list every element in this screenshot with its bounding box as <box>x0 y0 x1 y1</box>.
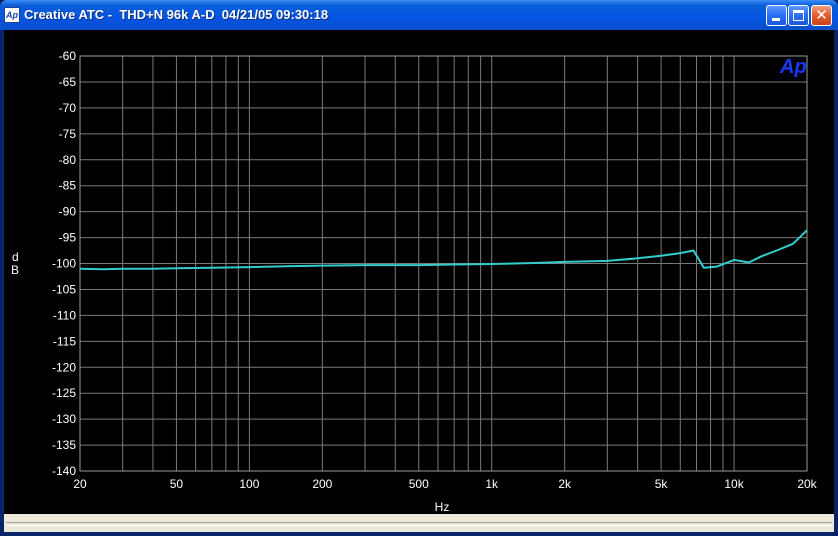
title-bar[interactable]: Ap Creative ATC - THD+N 96k A-D 04/21/05… <box>0 0 838 30</box>
minimize-icon <box>772 18 780 21</box>
x-tick-label: 200 <box>312 477 332 491</box>
ap-logo: Ap <box>779 56 807 78</box>
x-tick-label: 20 <box>73 477 87 491</box>
y-tick-label: -120 <box>52 360 76 374</box>
minimize-button[interactable] <box>766 5 787 26</box>
window-title: Creative ATC - THD+N 96k A-D 04/21/05 09… <box>24 7 329 22</box>
y-tick-label: -70 <box>59 101 77 115</box>
x-tick-label: 10k <box>724 477 744 491</box>
graph-area: -60 -65 -70 -75 -80 -85 -90 -95 -100 -105 -110 -115… <box>4 30 834 514</box>
maximize-button[interactable] <box>788 5 809 26</box>
thdn-chart: -60 -65 -70 -75 -80 -85 -90 -95 -100 -105 -110 -115… <box>4 30 834 514</box>
x-tick-label: 50 <box>170 477 184 491</box>
status-strip <box>4 514 834 532</box>
y-tick-label: -65 <box>59 75 77 89</box>
y-tick-label: -105 <box>52 282 76 296</box>
y-tick-label: -125 <box>52 386 76 400</box>
y-tick-label: -80 <box>59 153 77 167</box>
x-tick-label: 500 <box>409 477 429 491</box>
x-tick-label: 2k <box>558 477 572 491</box>
close-icon: ✕ <box>815 7 828 24</box>
y-tick-label: -130 <box>52 412 76 426</box>
y-tick-label: -110 <box>53 308 76 322</box>
status-divider <box>6 522 832 526</box>
y-tick-label: -115 <box>53 334 76 348</box>
x-tick-label: 20k <box>797 477 817 491</box>
y-tick-label: -135 <box>52 438 76 452</box>
x-tick-label: 100 <box>239 477 259 491</box>
y-tick-label: -60 <box>59 49 77 63</box>
close-button[interactable]: ✕ <box>811 5 832 26</box>
x-axis-label: Hz <box>435 500 450 514</box>
y-tick-label: -90 <box>59 205 77 219</box>
y-tick-label: -140 <box>52 464 76 478</box>
y-tick-label: -85 <box>59 179 77 193</box>
maximize-icon <box>793 10 804 21</box>
y-axis-label-b: B <box>11 263 19 277</box>
app-icon[interactable]: Ap <box>4 7 20 23</box>
y-axis-label-d: d <box>12 250 19 264</box>
y-tick-label: -75 <box>59 127 77 141</box>
x-tick-label: 1k <box>485 477 499 491</box>
y-tick-label: -95 <box>59 231 77 245</box>
y-tick-label: -100 <box>52 257 76 271</box>
x-tick-label: 5k <box>655 477 669 491</box>
app-window: Ap Creative ATC - THD+N 96k A-D 04/21/05… <box>0 0 838 536</box>
